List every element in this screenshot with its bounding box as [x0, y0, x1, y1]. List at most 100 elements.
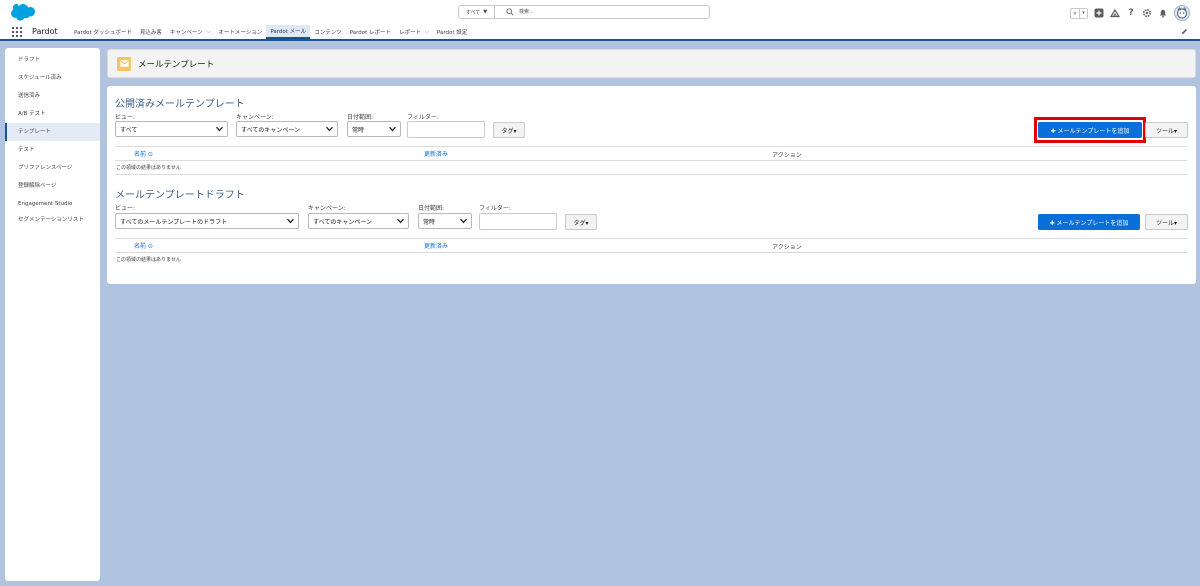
sidebar-item[interactable]: テスト — [5, 141, 100, 159]
bell-icon[interactable] — [1158, 8, 1168, 18]
chevron-down-icon — [389, 126, 396, 132]
pencil-icon[interactable] — [1181, 28, 1188, 35]
empty-results-message: この領域の結果はありません — [116, 165, 181, 171]
campaign-select[interactable]: すべてのキャンペーン — [236, 121, 338, 137]
campaign-label: キャンペーン: — [236, 114, 274, 121]
nav-item-label: Pardot 設定 — [436, 30, 468, 36]
section-title: 公開済みメールテンプレート — [115, 99, 245, 110]
chevron-down-icon — [460, 218, 467, 224]
divider — [115, 160, 1187, 161]
help-icon[interactable]: ? — [1126, 8, 1136, 18]
sidebar-item[interactable]: A/B テスト — [5, 105, 100, 123]
column-header-action: アクション — [772, 244, 802, 251]
nav-item-label: Pardot ダッシュボード — [74, 30, 132, 36]
plus-icon[interactable] — [1094, 8, 1104, 18]
tools-button[interactable]: ツール▾ — [1145, 214, 1188, 230]
column-header-name[interactable]: 名前 ⊙ — [134, 149, 153, 158]
left-sidebar: ドラフト スケジュール済み 送信済み A/B テスト テンプレート テスト プリファレンスペ… — [5, 48, 100, 581]
view-select[interactable]: すべて — [115, 121, 228, 137]
view-select-value: すべてのメールテンプレートのドラフト — [120, 218, 228, 226]
nav-item[interactable]: オートメーション — [214, 25, 266, 39]
view-label: ビュー: — [115, 205, 136, 212]
nav-item[interactable]: Pardot メール — [266, 25, 311, 39]
chevron-down-icon — [287, 218, 294, 224]
global-search: すべて ▼ — [458, 5, 710, 19]
sidebar-item[interactable]: セグメンテーションリスト — [5, 213, 100, 239]
favorites-group: ★ ▾ — [1070, 7, 1088, 19]
date-range-label: 日付範囲: — [418, 205, 445, 212]
sidebar-item[interactable]: スケジュール済み — [5, 69, 100, 87]
campaign-select[interactable]: すべてのキャンペーン — [308, 213, 409, 229]
nav-item-label: オートメーション — [218, 30, 263, 36]
date-range-select-value: 常時 — [352, 126, 365, 134]
column-header-action: アクション — [772, 152, 802, 159]
sidebar-item[interactable]: ドラフト — [5, 51, 100, 69]
search-input[interactable] — [519, 7, 699, 17]
nav-item-label: 見込み客 — [139, 30, 162, 36]
sidebar-item[interactable]: 送信済み — [5, 87, 100, 105]
salesforce-cloud-icon[interactable] — [7, 3, 35, 22]
search-scope-dropdown[interactable]: すべて ▼ — [459, 6, 495, 18]
tag-button[interactable]: タグ▾ — [565, 214, 597, 230]
divider — [115, 174, 1187, 175]
filter-input[interactable] — [407, 121, 485, 138]
app-launcher-icon[interactable] — [12, 27, 22, 37]
view-select-value: すべて — [120, 126, 138, 134]
add-email-template-button[interactable]: ✚ メールテンプレートを追加 — [1038, 214, 1140, 230]
column-header-updated[interactable]: 更新済み — [424, 149, 448, 158]
favorites-caret-icon[interactable]: ▾ — [1079, 8, 1087, 18]
nav-item-label: Pardot メール — [270, 29, 307, 35]
app-nav-bar: Pardot Pardot ダッシュボード 見込み客 キャンペーン ⌵ オートメーション… — [0, 25, 1200, 41]
campaign-select-value: すべてのキャンペーン — [241, 126, 301, 134]
date-range-label: 日付範囲: — [347, 114, 374, 121]
star-icon[interactable]: ★ — [1071, 9, 1079, 18]
tag-button[interactable]: タグ▾ — [493, 122, 525, 138]
date-range-select-value: 常時 — [423, 218, 436, 226]
campaign-label: キャンペーン: — [308, 205, 346, 212]
envelope-icon — [117, 56, 131, 71]
sidebar-item[interactable]: テンプレート — [5, 123, 100, 141]
trailhead-icon[interactable] — [1110, 8, 1120, 18]
chevron-down-icon — [216, 126, 223, 132]
divider — [115, 252, 1187, 253]
chevron-down-icon — [397, 218, 404, 224]
nav-item-label: コンテンツ — [314, 30, 342, 36]
chevron-down-icon[interactable]: ⌵ — [425, 29, 429, 35]
sidebar-item[interactable]: 登録解除ページ — [5, 177, 100, 195]
sidebar-item[interactable]: プリファレンスページ — [5, 159, 100, 177]
empty-results-message: この領域の結果はありません — [116, 257, 181, 263]
filter-label: フィルター: — [479, 205, 511, 212]
nav-item[interactable]: 見込み客 — [136, 25, 166, 39]
nav-item[interactable]: Pardot レポート — [346, 25, 395, 39]
header-utility-icons: ★ ▾ ? — [1070, 5, 1190, 21]
chevron-down-icon — [326, 126, 333, 132]
app-name: Pardot — [32, 27, 58, 36]
nav-items: Pardot ダッシュボード 見込み客 キャンペーン ⌵ オートメーション Pardot … — [70, 25, 471, 39]
nav-item[interactable]: Pardot 設定 — [433, 25, 471, 39]
filter-input[interactable] — [479, 213, 557, 230]
filter-label: フィルター: — [407, 114, 439, 121]
nav-item[interactable]: キャンペーン ⌵ — [166, 25, 215, 39]
nav-item[interactable]: コンテンツ — [310, 25, 346, 39]
tools-button[interactable]: ツール▾ — [1145, 122, 1188, 138]
page-header: メールテンプレート — [107, 49, 1196, 78]
nav-item-label: レポート — [399, 30, 422, 36]
nav-item[interactable]: レポート ⌵ — [395, 25, 433, 39]
date-range-select[interactable]: 常時 — [418, 213, 472, 229]
chevron-down-icon[interactable]: ⌵ — [207, 29, 211, 35]
column-header-updated[interactable]: 更新済み — [424, 241, 448, 250]
global-header: すべて ▼ ★ ▾ ? — [0, 0, 1200, 25]
add-email-template-button[interactable]: ✚ メールテンプレートを追加 — [1038, 122, 1142, 138]
avatar[interactable] — [1174, 5, 1190, 21]
nav-item-label: キャンペーン — [169, 30, 203, 36]
gear-icon[interactable] — [1142, 8, 1152, 18]
nav-item[interactable]: Pardot ダッシュボード — [70, 25, 136, 39]
date-range-select[interactable]: 常時 — [347, 121, 401, 137]
page-title: メールテンプレート — [138, 59, 215, 70]
caret-down-icon: ▼ — [483, 9, 488, 15]
column-header-name[interactable]: 名前 ⊙ — [134, 241, 153, 250]
nav-item-label: Pardot レポート — [349, 30, 392, 36]
view-select[interactable]: すべてのメールテンプレートのドラフト — [115, 213, 299, 229]
view-label: ビュー: — [115, 114, 136, 121]
sidebar-item[interactable]: Engagement Studio — [5, 195, 100, 213]
